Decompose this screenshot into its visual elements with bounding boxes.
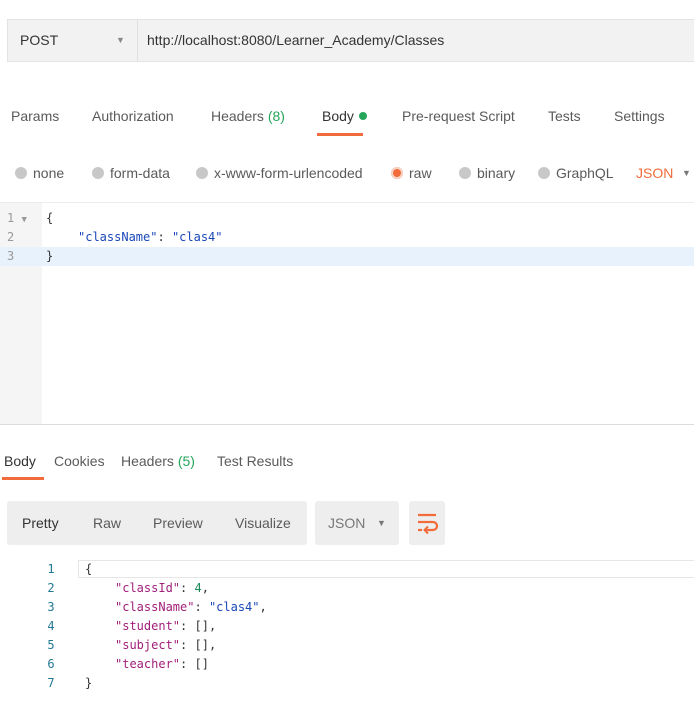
json-string: "clas4" xyxy=(208,600,260,614)
line-number: 2 xyxy=(7,230,15,244)
code-line: "className": "clas4" xyxy=(78,228,223,247)
active-resp-tab-indicator xyxy=(2,477,44,480)
pane-divider[interactable] xyxy=(0,424,694,425)
view-visualize-button[interactable]: Visualize xyxy=(235,501,291,545)
response-format-label: JSON xyxy=(328,515,366,531)
request-body-editor[interactable]: 1 ▼ { 2 "className": "clas4" 3 } xyxy=(0,202,694,425)
json-key: "className" xyxy=(115,600,195,614)
radio-form-data[interactable]: form-data xyxy=(92,157,170,189)
resp-tab-body[interactable]: Body xyxy=(4,444,36,478)
radio-selected-icon xyxy=(391,167,403,179)
code-line: "classId": 4, xyxy=(115,581,209,595)
active-tab-indicator xyxy=(317,133,363,136)
tab-headers[interactable]: Headers (8) xyxy=(211,97,285,135)
json-key: "student" xyxy=(115,619,181,633)
response-body[interactable]: 1 { 2 "classId": 4, 3 "className": "clas… xyxy=(0,560,694,721)
method-select[interactable]: POST xyxy=(20,20,58,61)
chevron-down-icon: ▼ xyxy=(377,518,386,528)
view-preview-button[interactable]: Preview xyxy=(153,501,203,545)
tab-settings[interactable]: Settings xyxy=(614,97,665,135)
json-key: "className" xyxy=(78,230,158,244)
chevron-down-icon[interactable]: ▼ xyxy=(116,20,125,61)
json-array: [] xyxy=(194,657,209,671)
radio-urlencoded-label: x-www-form-urlencoded xyxy=(214,165,363,181)
radio-binary-label: binary xyxy=(477,165,516,181)
json-number: 4 xyxy=(194,581,202,595)
code-line: { xyxy=(46,211,54,225)
view-mode-group: Pretty Raw Preview Visualize xyxy=(7,501,307,545)
radio-raw[interactable]: raw xyxy=(391,157,432,189)
code-line: { xyxy=(85,562,93,576)
view-pretty-button[interactable]: Pretty xyxy=(22,501,59,545)
radio-form-data-label: form-data xyxy=(110,165,170,181)
radio-graphql-label: GraphQL xyxy=(556,165,614,181)
wrap-lines-icon xyxy=(418,513,439,535)
tab-authorization[interactable]: Authorization xyxy=(92,97,174,135)
radio-graphql[interactable]: GraphQL xyxy=(538,157,614,189)
line-number: 1 ▼ xyxy=(7,211,27,225)
radio-icon xyxy=(92,167,104,179)
code-line: } xyxy=(46,249,54,263)
body-indicator-dot xyxy=(358,112,367,120)
current-line-box xyxy=(78,560,694,578)
line-number: 5 xyxy=(47,638,55,652)
url-box: POST ▼ http://localhost:8080/Learner_Aca… xyxy=(7,19,694,62)
resp-tab-cookies[interactable]: Cookies xyxy=(54,444,105,478)
radio-none[interactable]: none xyxy=(15,157,64,189)
json-key: "classId" xyxy=(115,581,181,595)
json-colon: : xyxy=(157,230,172,244)
resp-tab-headers-label: Headers xyxy=(121,453,174,469)
code-line: "student": [], xyxy=(115,619,217,633)
line-number: 3 xyxy=(47,600,55,614)
body-type-options: none form-data x-www-form-urlencoded raw… xyxy=(0,157,694,189)
radio-none-label: none xyxy=(33,165,65,181)
active-line-highlight xyxy=(0,247,694,266)
radio-icon xyxy=(196,167,208,179)
line-number: 3 xyxy=(7,249,15,263)
radio-icon xyxy=(15,167,27,179)
radio-binary[interactable]: binary xyxy=(459,157,515,189)
line-number: 2 xyxy=(47,581,55,595)
code-line: } xyxy=(85,676,93,690)
json-array: [] xyxy=(194,619,209,633)
code-line: "className": "clas4", xyxy=(115,600,267,614)
tab-headers-label: Headers xyxy=(211,108,264,124)
resp-tab-test-results[interactable]: Test Results xyxy=(217,444,293,478)
code-line: "teacher": [] xyxy=(115,657,209,671)
json-key: "teacher" xyxy=(115,657,181,671)
request-tabs: Params Authorization Headers (8) Body Pr… xyxy=(0,97,694,136)
response-format-select[interactable]: JSON ▼ xyxy=(315,501,399,545)
wrap-lines-button[interactable] xyxy=(409,501,445,545)
radio-raw-label: raw xyxy=(409,165,432,181)
tab-body[interactable]: Body xyxy=(322,97,367,135)
headers-count: (8) xyxy=(267,108,285,124)
json-string: "clas4" xyxy=(171,230,223,244)
tab-pre-request-script[interactable]: Pre-request Script xyxy=(402,97,515,135)
divider xyxy=(137,20,138,61)
raw-format-select[interactable]: JSON xyxy=(636,157,673,189)
tab-tests[interactable]: Tests xyxy=(548,97,581,135)
chevron-down-icon[interactable]: ▼ xyxy=(682,157,691,189)
radio-x-www-form-urlencoded[interactable]: x-www-form-urlencoded xyxy=(196,157,363,189)
json-array: [] xyxy=(194,638,209,652)
tab-params[interactable]: Params xyxy=(11,97,59,135)
resp-tab-headers[interactable]: Headers (5) xyxy=(121,444,195,478)
radio-icon xyxy=(459,167,471,179)
line-number: 4 xyxy=(47,619,55,633)
line-number: 7 xyxy=(47,676,55,690)
url-input[interactable]: http://localhost:8080/Learner_Academy/Cl… xyxy=(147,20,444,61)
request-url-bar: POST ▼ http://localhost:8080/Learner_Aca… xyxy=(0,0,694,82)
resp-headers-count: (5) xyxy=(177,453,195,469)
fold-arrow-icon[interactable]: ▼ xyxy=(21,215,26,225)
line-number: 6 xyxy=(47,657,55,671)
radio-icon xyxy=(538,167,550,179)
code-line: "subject": [], xyxy=(115,638,217,652)
json-key: "subject" xyxy=(115,638,181,652)
line-number: 1 xyxy=(47,562,55,576)
tab-body-label: Body xyxy=(322,108,354,124)
view-raw-button[interactable]: Raw xyxy=(93,501,121,545)
response-toolbar: Pretty Raw Preview Visualize JSON ▼ xyxy=(0,500,694,546)
response-tabs: Body Cookies Headers (5) Test Results xyxy=(0,444,694,480)
